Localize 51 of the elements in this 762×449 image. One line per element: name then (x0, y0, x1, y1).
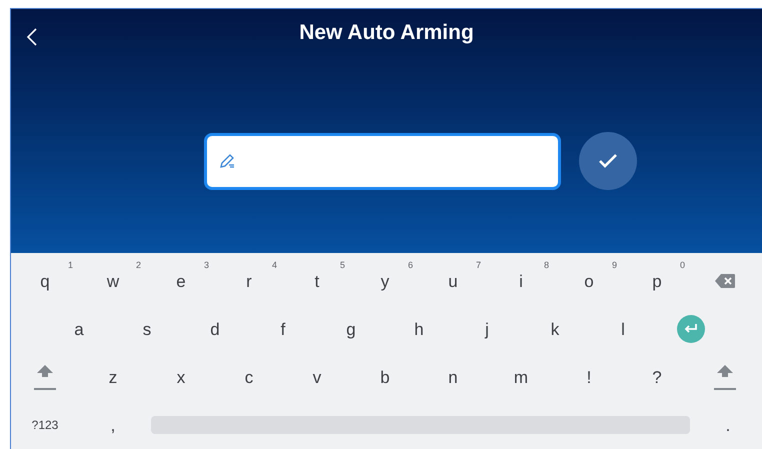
key-hint: 3 (204, 259, 209, 272)
key[interactable]: h (406, 320, 432, 338)
key[interactable]: m (506, 368, 536, 386)
back-icon[interactable] (25, 27, 39, 47)
key[interactable]: e (168, 272, 194, 290)
key[interactable]: u (440, 272, 466, 290)
key[interactable]: o (576, 272, 602, 290)
key[interactable]: a (66, 320, 92, 338)
backspace-icon[interactable] (715, 274, 735, 288)
key-hint: 8 (544, 259, 549, 272)
pencil-icon (219, 153, 235, 169)
key-hint: 2 (136, 259, 141, 272)
key[interactable]: s (134, 320, 160, 338)
key-hint: 7 (476, 259, 481, 272)
key[interactable]: g (338, 320, 364, 338)
key[interactable]: . (718, 416, 738, 434)
key[interactable]: d (202, 320, 228, 338)
symbols-key[interactable]: ?123 (28, 416, 62, 434)
key[interactable]: ! (578, 368, 600, 386)
key[interactable]: w (98, 272, 128, 290)
key[interactable]: p (644, 272, 670, 290)
key[interactable]: b (372, 368, 398, 386)
key-hint: 0 (680, 259, 685, 272)
key[interactable]: f (272, 320, 294, 338)
key[interactable]: l (613, 320, 633, 338)
return-arrow-icon (684, 324, 698, 334)
key-hint: 9 (612, 259, 617, 272)
key[interactable]: ? (644, 368, 670, 386)
check-icon (598, 153, 618, 169)
shift-icon[interactable] (713, 362, 737, 392)
key[interactable]: j (477, 320, 497, 338)
key[interactable]: c (236, 368, 262, 386)
key[interactable]: k (542, 320, 568, 338)
key[interactable]: , (102, 416, 124, 434)
key[interactable]: z (100, 368, 126, 386)
key[interactable]: i (511, 272, 531, 290)
page-title: New Auto Arming (298, 20, 475, 46)
key[interactable]: n (440, 368, 466, 386)
key[interactable]: v (304, 368, 330, 386)
key-hint: 4 (272, 259, 277, 272)
key[interactable]: t (306, 272, 328, 290)
key-hint: 6 (408, 259, 413, 272)
enter-key[interactable] (677, 315, 705, 343)
key-hint: 1 (68, 259, 73, 272)
key[interactable]: y (372, 272, 398, 290)
key[interactable]: r (238, 272, 260, 290)
key[interactable]: x (168, 368, 194, 386)
shift-icon[interactable] (33, 362, 57, 392)
key[interactable]: q (32, 272, 58, 290)
key-hint: 5 (340, 259, 345, 272)
name-input-field[interactable] (204, 132, 561, 190)
